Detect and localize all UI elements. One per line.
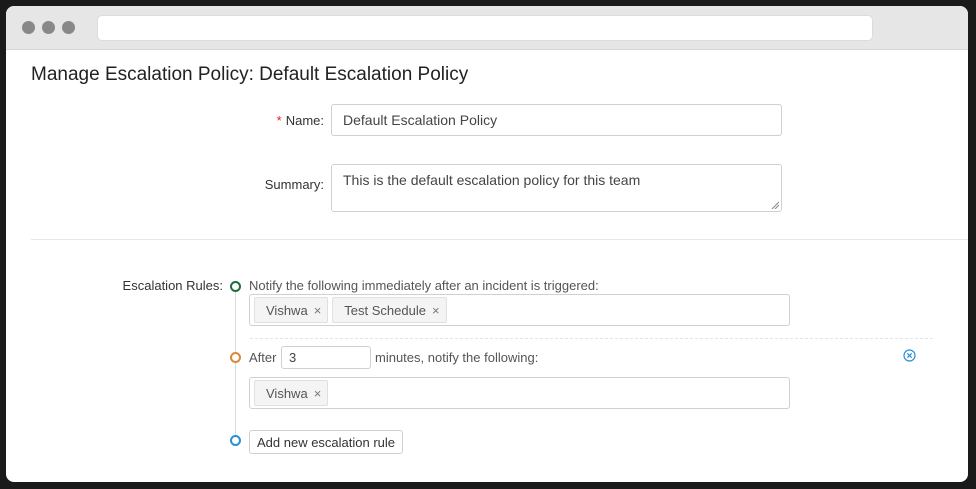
target-tag-label: Test Schedule (344, 302, 426, 318)
rule-2-minutes-input[interactable]: 3 (281, 346, 371, 369)
rule-1-node-icon (230, 281, 241, 292)
rule-divider (250, 338, 933, 340)
rule-2-prefix: After (249, 350, 277, 365)
required-mark: * (276, 113, 282, 128)
rule-2-minutes-value: 3 (289, 350, 297, 365)
add-rule-node-icon (230, 435, 241, 446)
page-title: Manage Escalation Policy: Default Escala… (31, 64, 469, 85)
escalation-rules-label: Escalation Rules: (122, 278, 223, 293)
rule-2-suffix: minutes, notify the following: (375, 350, 539, 365)
rule-2-node-icon (230, 352, 241, 363)
remove-tag-icon[interactable]: × (314, 386, 322, 401)
resize-handle-icon[interactable] (771, 201, 779, 209)
name-label: * Name: (236, 113, 324, 128)
target-tag-label: Vishwa (266, 302, 308, 318)
target-tag-label: Vishwa (266, 385, 308, 401)
window-minimize-dot[interactable] (42, 21, 55, 34)
rule-1-targets-input[interactable]: Vishwa × Test Schedule × (249, 294, 790, 326)
name-label-text: Name: (285, 113, 324, 128)
target-tag: Vishwa × (254, 380, 329, 406)
window-maximize-dot[interactable] (62, 21, 75, 34)
timeline-line (235, 291, 236, 441)
rule-1-text: Notify the following immediately after a… (249, 278, 599, 293)
target-tag: Vishwa × (254, 297, 329, 323)
summary-label: Summary: (264, 177, 324, 192)
window-close-dot[interactable] (22, 21, 35, 34)
add-escalation-rule-button[interactable]: Add new escalation rule (249, 430, 404, 454)
summary-textarea[interactable]: This is the default escalation policy fo… (331, 164, 782, 212)
browser-window: Manage Escalation Policy: Default Escala… (6, 6, 968, 482)
section-divider (31, 239, 968, 240)
address-bar[interactable] (97, 15, 873, 41)
name-input[interactable]: Default Escalation Policy (331, 104, 782, 136)
name-input-value: Default Escalation Policy (343, 112, 498, 128)
remove-tag-icon[interactable]: × (432, 303, 440, 318)
target-tag: Test Schedule × (332, 297, 447, 323)
remove-rule-icon[interactable] (903, 349, 916, 362)
browser-chrome (6, 6, 968, 50)
remove-tag-icon[interactable]: × (314, 303, 322, 318)
rule-2-targets-input[interactable]: Vishwa × (249, 377, 790, 409)
summary-textarea-value: This is the default escalation policy fo… (343, 172, 641, 188)
